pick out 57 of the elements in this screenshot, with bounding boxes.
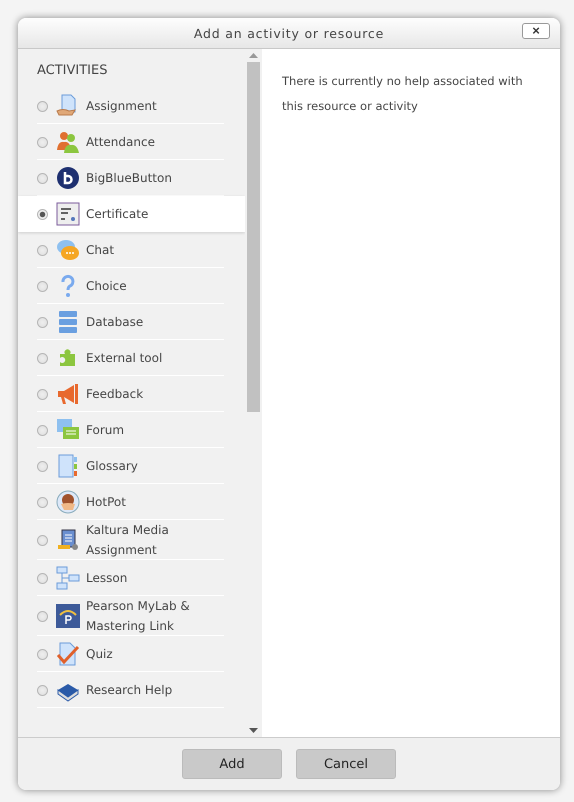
radio-button[interactable]	[37, 316, 48, 328]
activity-item[interactable]: Pearson MyLab & Mastering Link	[18, 596, 245, 636]
scroll-thumb[interactable]	[247, 62, 260, 412]
radio-button[interactable]	[37, 388, 48, 400]
activity-item[interactable]: Forum	[18, 412, 245, 448]
forum-icon	[56, 418, 80, 442]
radio-button[interactable]	[37, 280, 48, 292]
hand-ball-icon	[56, 490, 80, 514]
close-button[interactable]: ×	[522, 23, 550, 39]
dialog-title: Add an activity or resource	[194, 26, 384, 40]
activity-item[interactable]: External tool	[18, 340, 245, 376]
radio-button[interactable]	[37, 610, 48, 622]
activity-item[interactable]: Feedback	[18, 376, 245, 412]
activity-item[interactable]: BigBlueButton	[18, 160, 245, 196]
arch-letter-icon	[56, 604, 80, 628]
activity-item[interactable]: Assignment	[18, 88, 245, 124]
radio-button[interactable]	[37, 424, 48, 436]
checkmark-document-icon	[56, 642, 80, 666]
add-button[interactable]: Add	[182, 749, 282, 779]
radio-button[interactable]	[37, 136, 48, 148]
activity-item[interactable]: Choice	[18, 268, 245, 304]
activity-item[interactable]: Chat	[18, 232, 245, 268]
radio-button[interactable]	[37, 684, 48, 696]
section-heading: ACTIVITIES	[36, 63, 108, 78]
activity-item[interactable]: Database	[18, 304, 245, 340]
cancel-button[interactable]: Cancel	[296, 749, 396, 779]
activity-item[interactable]: Certificate	[18, 196, 245, 232]
activity-item[interactable]: Attendance	[18, 124, 245, 160]
radio-button[interactable]	[37, 648, 48, 660]
megaphone-icon	[56, 382, 80, 406]
radio-button[interactable]	[37, 172, 48, 184]
document-gear-icon	[56, 528, 80, 552]
radio-button[interactable]	[37, 534, 48, 546]
activity-item[interactable]: Lesson	[18, 560, 245, 596]
radio-button[interactable]	[37, 496, 48, 508]
scroll-up-icon[interactable]	[249, 53, 258, 58]
people-icon	[56, 130, 80, 154]
help-text: There is currently no help associated with this resource or activity	[282, 73, 524, 115]
activity-item[interactable]: Research Help	[18, 672, 245, 708]
radio-button[interactable]	[37, 572, 48, 584]
glossary-icon	[56, 454, 80, 478]
database-icon	[56, 310, 80, 334]
radio-button[interactable]	[37, 100, 48, 112]
scrollbar[interactable]	[245, 49, 262, 737]
certificate-icon	[56, 202, 80, 226]
activity-item[interactable]: Kaltura Media Assignment	[18, 520, 245, 560]
activity-item[interactable]: Glossary	[18, 448, 245, 484]
radio-button[interactable]	[37, 352, 48, 364]
chat-icon	[56, 238, 80, 262]
scroll-down-icon[interactable]	[249, 728, 258, 733]
radio-button[interactable]	[37, 208, 48, 220]
flowchart-icon	[56, 566, 80, 590]
radio-button[interactable]	[37, 244, 48, 256]
radio-button[interactable]	[37, 460, 48, 472]
circle-logo-icon	[56, 166, 80, 190]
activity-item[interactable]: HotPot	[18, 484, 245, 520]
activity-item[interactable]: Quiz	[18, 636, 245, 672]
